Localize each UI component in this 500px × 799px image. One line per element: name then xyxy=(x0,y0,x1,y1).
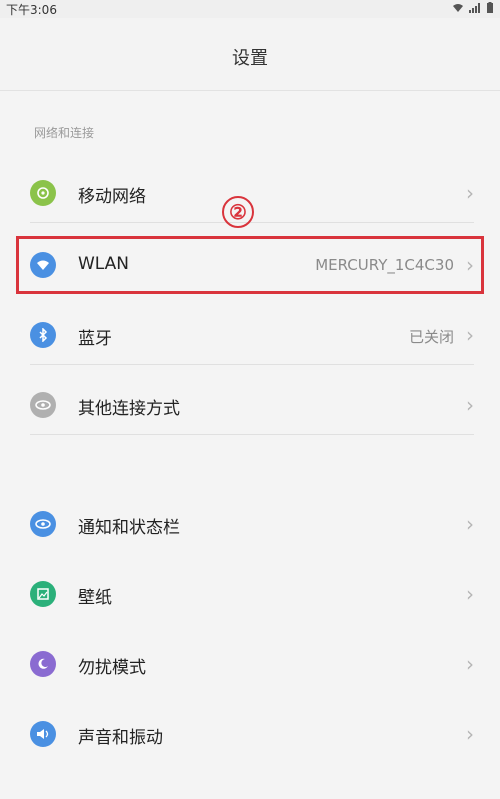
settings-row-label: 勿扰模式 xyxy=(78,658,146,678)
settings-row-label: 蓝牙 xyxy=(78,329,112,349)
chevron-right-icon: › xyxy=(466,181,474,205)
settings-row-label: 声音和振动 xyxy=(78,728,163,748)
wallpaper-icon xyxy=(30,581,56,607)
status-icons xyxy=(452,2,494,16)
link-icon xyxy=(30,392,56,418)
settings-row-label: 壁纸 xyxy=(78,588,112,608)
settings-row-do-not-disturb[interactable]: 勿扰模式 › xyxy=(0,634,500,694)
settings-row-label: 其他连接方式 xyxy=(78,399,180,419)
status-bar: 下午3:06 xyxy=(0,0,500,18)
battery-icon xyxy=(486,2,494,16)
wifi-icon xyxy=(452,3,464,16)
settings-row-notifications[interactable]: 通知和状态栏 › xyxy=(0,494,500,554)
chevron-right-icon: › xyxy=(466,323,474,347)
settings-row-wallpaper[interactable]: 壁纸 › xyxy=(0,564,500,624)
annotation-marker: ② xyxy=(222,196,254,228)
settings-row-bluetooth[interactable]: 蓝牙 已关闭 › xyxy=(0,305,500,365)
signal-icon xyxy=(469,2,481,16)
settings-row-sound[interactable]: 声音和振动 › xyxy=(0,704,500,764)
moon-icon xyxy=(30,651,56,677)
page-title: 设置 xyxy=(232,48,268,69)
chevron-right-icon: › xyxy=(466,652,474,676)
mobile-network-icon xyxy=(30,180,56,206)
chevron-right-icon: › xyxy=(466,512,474,536)
eye-icon xyxy=(30,511,56,537)
divider xyxy=(30,364,474,365)
speaker-icon xyxy=(30,721,56,747)
settings-row-other-connections[interactable]: 其他连接方式 › xyxy=(0,375,500,435)
divider xyxy=(30,222,474,223)
chevron-right-icon: › xyxy=(466,582,474,606)
settings-row-label: 通知和状态栏 xyxy=(78,518,180,538)
status-time: 下午3:06 xyxy=(6,3,57,17)
section-gap xyxy=(0,440,500,490)
bluetooth-icon xyxy=(30,322,56,348)
highlight-box xyxy=(16,236,484,294)
section-header-network: 网络和连接 xyxy=(34,126,95,140)
chevron-right-icon: › xyxy=(466,722,474,746)
settings-row-value: 已关闭 xyxy=(408,328,454,346)
chevron-right-icon: › xyxy=(466,393,474,417)
settings-row-label: 移动网络 xyxy=(78,187,146,207)
title-bar: 设置 xyxy=(0,18,500,91)
divider xyxy=(30,434,474,435)
